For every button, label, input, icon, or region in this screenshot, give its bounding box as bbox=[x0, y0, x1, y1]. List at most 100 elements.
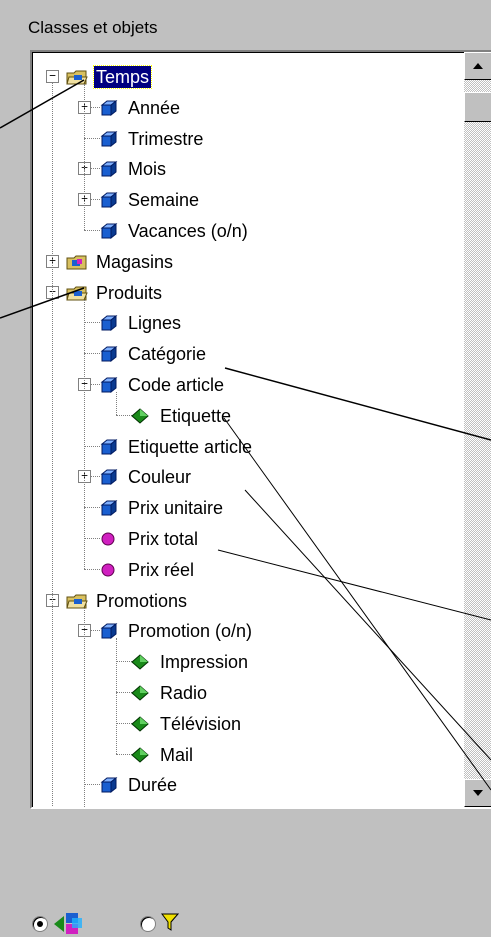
tree-item-label: Code article bbox=[128, 375, 225, 395]
dimension-cube-icon bbox=[100, 315, 118, 332]
tree-item-label: Durée bbox=[128, 775, 178, 796]
tree-item-label: Trimestre bbox=[128, 128, 204, 149]
tree-item[interactable]: Prix total bbox=[98, 524, 200, 554]
tree-item[interactable]: Prix unitaire bbox=[98, 493, 225, 523]
detail-diamond-icon bbox=[131, 746, 149, 763]
tree-spine bbox=[116, 392, 117, 415]
dimension-cube-icon bbox=[100, 346, 118, 363]
vertical-scrollbar[interactable] bbox=[464, 52, 491, 807]
tree-item[interactable]: Impression bbox=[130, 647, 250, 677]
tree-item[interactable]: Etiquette bbox=[130, 401, 233, 431]
tree-item-label: Impression bbox=[160, 652, 249, 673]
conditions-radio[interactable] bbox=[140, 916, 156, 932]
tree-item-label: Mail bbox=[160, 744, 194, 765]
tree-item-label: Promotions bbox=[96, 590, 188, 611]
tree-item-label: Mois bbox=[128, 159, 167, 180]
tree-item[interactable]: Télévision bbox=[130, 709, 243, 739]
tree-item[interactable]: Catégorie bbox=[98, 339, 208, 369]
scroll-thumb[interactable] bbox=[464, 92, 491, 122]
tree-root-spine bbox=[52, 82, 53, 807]
tree-item-icon bbox=[130, 714, 152, 734]
tree-item-label: Promotion (o/n) bbox=[128, 621, 253, 642]
tree-item-label: Magasins bbox=[96, 251, 174, 272]
tree-frame: − Temps + Année Trimestre + Mois + Semaine Vacanc… bbox=[30, 50, 491, 809]
arrow-down-icon bbox=[473, 790, 483, 796]
classes-objects-radio[interactable] bbox=[32, 916, 48, 932]
dimension-cube-icon bbox=[100, 777, 118, 794]
dimension-cube-icon bbox=[100, 500, 118, 517]
tree-item[interactable]: Radio bbox=[130, 678, 209, 708]
tree-item-label: Produits bbox=[96, 282, 163, 303]
tree-item-label: Prix unitaire bbox=[128, 498, 224, 519]
tree-item-icon bbox=[98, 190, 120, 210]
tree-spine bbox=[84, 607, 85, 807]
tree-item-label: Temps bbox=[92, 65, 153, 89]
tree-item[interactable]: Lignes bbox=[98, 308, 183, 338]
tree-item[interactable]: Produits bbox=[66, 278, 164, 308]
dimension-cube-icon bbox=[100, 130, 118, 147]
detail-diamond-icon bbox=[131, 685, 149, 701]
dimension-cube-icon bbox=[100, 99, 118, 116]
tree-item[interactable]: Magasins bbox=[66, 247, 175, 277]
scroll-down-button[interactable] bbox=[464, 779, 491, 807]
classes-objects-panel: Classes et objets − Temps + Année Trimestre +… bbox=[0, 0, 491, 937]
measure-ball-icon bbox=[98, 806, 120, 809]
tree-item-icon bbox=[98, 529, 120, 549]
tree-item-icon bbox=[98, 159, 120, 179]
tree-item-label: Lignes bbox=[128, 313, 182, 334]
tree-item[interactable]: Année bbox=[98, 93, 182, 123]
tree-item[interactable]: Coût de promotion bbox=[98, 801, 278, 809]
tree-item-label: Coût de promotion bbox=[126, 805, 278, 807]
tree-spine bbox=[84, 84, 85, 230]
dimension-cube-icon bbox=[100, 438, 118, 455]
tree-item-icon bbox=[98, 313, 120, 333]
tree-item-icon bbox=[98, 344, 120, 364]
tree-item[interactable]: Temps bbox=[66, 62, 153, 92]
tree-item[interactable]: Mail bbox=[130, 740, 195, 770]
tree-item[interactable]: Promotion (o/n) bbox=[98, 616, 254, 646]
tree-item-icon bbox=[98, 129, 120, 149]
tree-item-icon bbox=[98, 467, 120, 487]
tree-item[interactable]: Etiquette article bbox=[98, 432, 254, 462]
tree-item-label: Prix total bbox=[128, 529, 199, 549]
tree-item-icon bbox=[98, 437, 120, 457]
tree-item-label: Prix réel bbox=[128, 559, 195, 580]
tree-item-icon bbox=[98, 498, 120, 518]
tree-item-icon bbox=[130, 652, 152, 672]
tree-item-icon bbox=[130, 745, 152, 765]
tree-item-label: Semaine bbox=[128, 190, 200, 211]
detail-diamond-icon bbox=[131, 654, 149, 670]
detail-diamond-icon bbox=[131, 408, 149, 424]
dimension-cube-icon bbox=[100, 161, 118, 178]
tree-item-icon bbox=[98, 98, 120, 118]
tree-item[interactable]: Code article bbox=[98, 370, 226, 400]
tree-item[interactable]: Trimestre bbox=[98, 124, 205, 154]
tree-item-label: Radio bbox=[160, 683, 208, 703]
tree-item[interactable]: Vacances (o/n) bbox=[98, 216, 250, 246]
measure-ball-icon bbox=[101, 532, 115, 546]
view-selector-bar bbox=[0, 820, 491, 937]
tree-item-label: Couleur bbox=[128, 467, 192, 488]
tree-item-label: Année bbox=[128, 97, 181, 118]
tree-item[interactable]: Prix réel bbox=[98, 555, 196, 585]
tree-item-icon bbox=[98, 775, 120, 795]
measure-ball-icon bbox=[101, 563, 115, 577]
tree-item-icon bbox=[98, 560, 120, 580]
tree-item[interactable]: Durée bbox=[98, 770, 179, 800]
object-tree[interactable]: − Temps + Année Trimestre + Mois + Semaine Vacanc… bbox=[32, 52, 462, 807]
panel-title: Classes et objets bbox=[28, 18, 158, 37]
tree-item[interactable]: Mois bbox=[98, 154, 168, 184]
tree-item-label: Catégorie bbox=[128, 344, 207, 365]
tree-spine bbox=[84, 299, 85, 569]
tree-item-icon bbox=[130, 406, 152, 426]
tree-item-icon bbox=[130, 683, 152, 703]
tree-item-label: Télévision bbox=[160, 713, 242, 734]
scroll-up-button[interactable] bbox=[464, 52, 491, 80]
dimension-cube-icon bbox=[100, 222, 118, 240]
tree-item[interactable]: Semaine bbox=[98, 185, 201, 215]
tree-item[interactable]: Couleur bbox=[98, 462, 193, 492]
tree-item-label: Etiquette bbox=[160, 405, 232, 426]
dimension-cube-icon bbox=[100, 469, 118, 486]
class-folder-icon bbox=[66, 255, 87, 270]
arrow-up-icon bbox=[473, 63, 483, 69]
